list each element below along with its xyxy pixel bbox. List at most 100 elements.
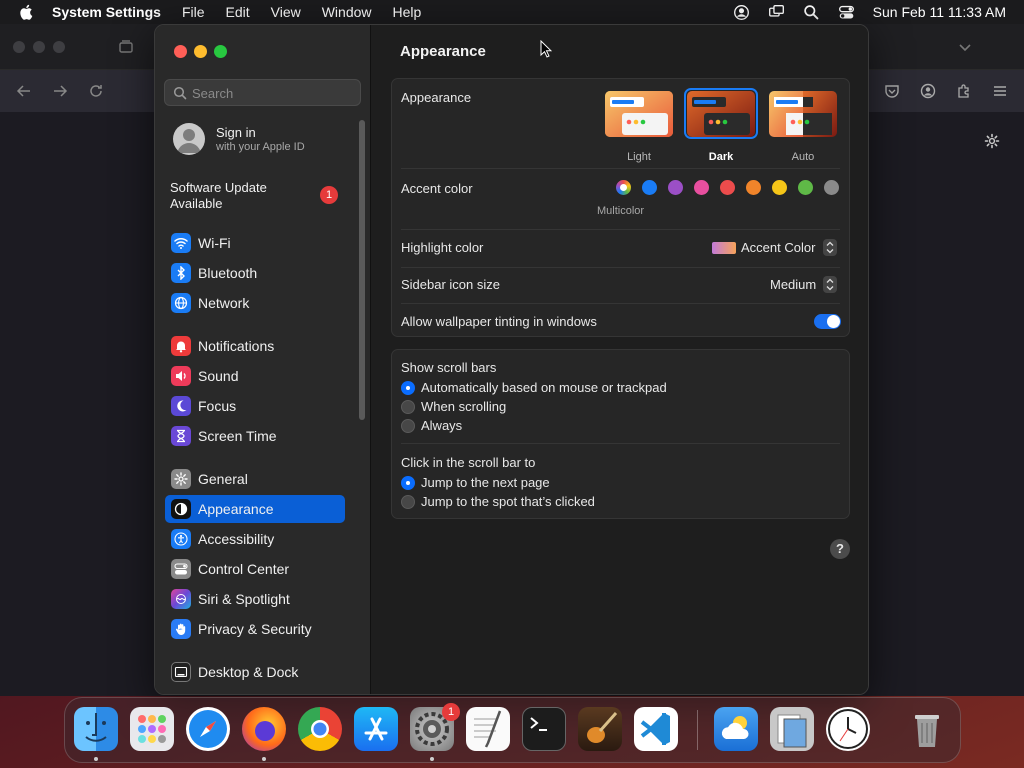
dock-clock[interactable] <box>826 707 870 751</box>
help-button[interactable]: ? <box>830 539 850 559</box>
menu-clock[interactable]: Sun Feb 11 11:33 AM <box>873 4 1006 20</box>
dock-terminal[interactable] <box>522 707 566 751</box>
control-center-icon[interactable] <box>838 4 855 21</box>
minimize-button[interactable] <box>194 45 207 58</box>
sidebar-item-sound[interactable]: Sound <box>165 362 345 390</box>
tab-overview-icon[interactable] <box>118 39 134 55</box>
forward-arrow-icon[interactable] <box>52 83 68 99</box>
hamburger-menu-icon[interactable] <box>992 83 1008 99</box>
jump-next-page-label[interactable]: Jump to the next page <box>421 475 550 490</box>
account-icon[interactable] <box>920 83 936 99</box>
dock-preview[interactable] <box>770 707 814 751</box>
screen-mirroring-icon[interactable] <box>768 4 785 21</box>
mouse-pointer-icon <box>540 40 552 58</box>
wallpaper-tinting-label: Allow wallpaper tinting in windows <box>401 314 597 329</box>
bluetooth-icon <box>171 263 191 283</box>
accent-purple-swatch[interactable] <box>668 180 683 195</box>
menu-window[interactable]: Window <box>322 4 372 20</box>
highlight-color-value[interactable]: Accent Color <box>741 240 815 255</box>
sidebar-scrollbar[interactable] <box>359 120 365 420</box>
sidebar-item-wifi[interactable]: Wi-Fi <box>165 229 345 257</box>
sidebar-item-label: General <box>198 471 248 487</box>
menu-app-name[interactable]: System Settings <box>52 4 161 20</box>
scroll-always-label[interactable]: Always <box>421 418 462 433</box>
dock-app-store[interactable] <box>354 707 398 751</box>
sidebar-icon-size-popup-stepper[interactable] <box>823 276 837 293</box>
apple-logo-icon[interactable] <box>18 3 36 21</box>
browser-minimize-button[interactable] <box>33 41 45 53</box>
dock-finder[interactable] <box>74 707 118 751</box>
jump-to-spot-radio[interactable] <box>401 495 415 509</box>
menu-view[interactable]: View <box>271 4 301 20</box>
extensions-icon[interactable] <box>956 83 972 99</box>
page-settings-gear-icon[interactable] <box>984 133 1000 149</box>
dock-separator <box>697 710 698 750</box>
sidebar-item-accessibility[interactable]: Accessibility <box>165 525 345 553</box>
sidebar-item-screen-time[interactable]: Screen Time <box>165 422 345 450</box>
dock-garageband[interactable] <box>578 707 622 751</box>
dock-chrome[interactable] <box>298 707 342 751</box>
spotlight-search-icon[interactable] <box>803 4 820 21</box>
dock-firefox[interactable] <box>242 707 286 751</box>
menu-edit[interactable]: Edit <box>226 4 250 20</box>
appearance-option-dark[interactable] <box>687 91 755 137</box>
dock-weather[interactable] <box>714 707 758 751</box>
sidebar-item-focus[interactable]: Focus <box>165 392 345 420</box>
dock: 1 <box>64 697 961 763</box>
back-arrow-icon[interactable] <box>16 83 32 99</box>
appearance-option-light[interactable] <box>605 91 673 137</box>
sidebar-item-bluetooth[interactable]: Bluetooth <box>165 259 345 287</box>
scroll-always-radio[interactable] <box>401 419 415 433</box>
sidebar-item-siri-spotlight[interactable]: Siri & Spotlight <box>165 585 345 613</box>
appearance-label: Appearance <box>401 90 472 105</box>
dock-launchpad[interactable] <box>130 707 174 751</box>
dock-trash[interactable] <box>905 707 949 751</box>
close-button[interactable] <box>174 45 187 58</box>
software-update-line2: Available <box>170 196 223 211</box>
pocket-icon[interactable] <box>884 83 900 99</box>
sidebar-item-privacy-security[interactable]: Privacy & Security <box>165 615 345 643</box>
jump-next-page-radio[interactable] <box>401 476 415 490</box>
tab-list-chevron-icon[interactable] <box>957 39 973 55</box>
sidebar-item-general[interactable]: General <box>165 465 345 493</box>
accent-red-swatch[interactable] <box>720 180 735 195</box>
sidebar-icon-size-value[interactable]: Medium <box>770 277 816 292</box>
scroll-when-scrolling-label[interactable]: When scrolling <box>421 399 506 414</box>
search-field[interactable]: Search <box>164 79 361 106</box>
scroll-auto-radio[interactable] <box>401 381 415 395</box>
highlight-color-popup-stepper[interactable] <box>823 239 837 256</box>
dock-textedit[interactable] <box>466 707 510 751</box>
user-account-icon[interactable] <box>733 4 750 21</box>
zoom-button[interactable] <box>214 45 227 58</box>
accent-orange-swatch[interactable] <box>746 180 761 195</box>
jump-to-spot-label[interactable]: Jump to the spot that’s clicked <box>421 494 595 509</box>
accent-color-label: Accent color <box>401 181 473 196</box>
finder-face-icon <box>85 713 107 742</box>
dock-safari[interactable] <box>186 707 230 751</box>
wallpaper-tinting-toggle[interactable] <box>814 314 841 329</box>
menu-help[interactable]: Help <box>393 4 422 20</box>
sidebar-item-appearance[interactable]: Appearance <box>165 495 345 523</box>
dock-vscode[interactable] <box>634 707 678 751</box>
accent-blue-swatch[interactable] <box>642 180 657 195</box>
appearance-option-auto[interactable] <box>769 91 837 137</box>
toggle-knob <box>827 315 840 328</box>
accent-multicolor-swatch[interactable] <box>616 180 631 195</box>
sidebar-item-desktop-dock[interactable]: Desktop & Dock <box>165 658 345 686</box>
reload-icon[interactable] <box>88 83 104 99</box>
accent-green-swatch[interactable] <box>798 180 813 195</box>
browser-zoom-button[interactable] <box>53 41 65 53</box>
sidebar-item-notifications[interactable]: Notifications <box>165 332 345 360</box>
menu-file[interactable]: File <box>182 4 205 20</box>
sidebar-item-network[interactable]: Network <box>165 289 345 317</box>
textedit-pen-icon <box>474 710 502 748</box>
accent-pink-swatch[interactable] <box>694 180 709 195</box>
accent-yellow-swatch[interactable] <box>772 180 787 195</box>
scroll-when-scrolling-radio[interactable] <box>401 400 415 414</box>
sidebar-item-label: Wi-Fi <box>198 235 231 251</box>
accent-graphite-swatch[interactable] <box>824 180 839 195</box>
updown-chevron-icon <box>826 278 834 291</box>
scroll-auto-label[interactable]: Automatically based on mouse or trackpad <box>421 380 667 395</box>
browser-close-button[interactable] <box>13 41 25 53</box>
sidebar-item-control-center[interactable]: Control Center <box>165 555 345 583</box>
